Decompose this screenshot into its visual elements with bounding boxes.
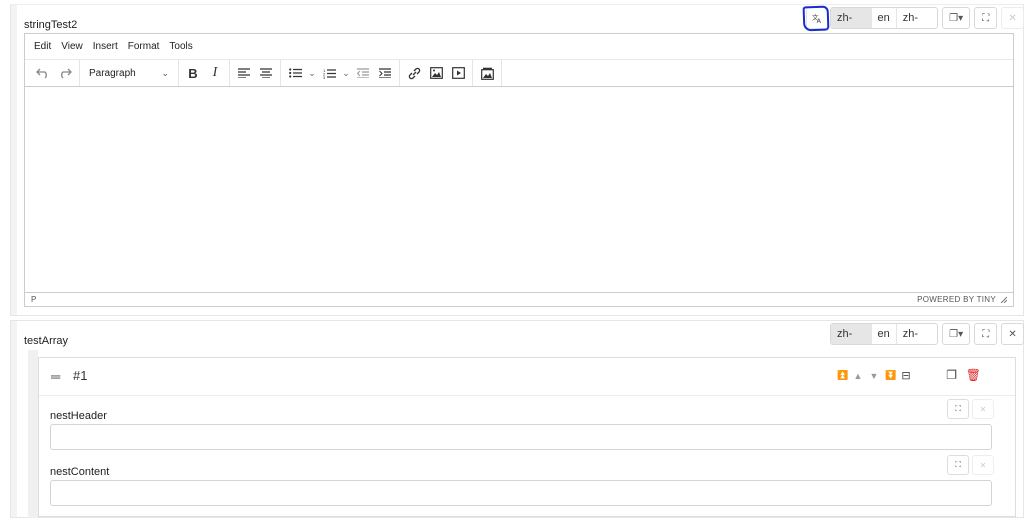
chevron-down-icon: ⌄ — [161, 67, 169, 78]
nestcontent-expand-button[interactable]: ⛶ — [947, 455, 969, 475]
array-item-header: ═ #1 ⏫ ▲ ▼ ⏬ ⊟ ❐ 🗑 — [39, 358, 1015, 396]
gallery-group — [473, 60, 502, 86]
menu-insert[interactable]: Insert — [88, 41, 123, 52]
insert-group — [400, 60, 473, 86]
expand-icon: ⛶ — [982, 328, 990, 340]
lang-tab-zh-cn[interactable]: zh-CN — [895, 324, 937, 344]
collapse-icon[interactable]: ⊟ — [901, 369, 911, 382]
rich-text-editor: Edit View Insert Format Tools Paragraph … — [24, 33, 1014, 307]
array-item-card: ═ #1 ⏫ ▲ ▼ ⏬ ⊟ ❐ 🗑 ⛶ ✕ nestHeader ⛶ ✕ ne… — [38, 357, 1016, 517]
copy-dropdown-button[interactable]: ❐▾ — [941, 7, 971, 29]
copy-item-icon[interactable]: ❐ — [946, 368, 957, 382]
close-icon: ✕ — [979, 460, 987, 470]
blockformat-group: Paragraph ⌄ — [80, 60, 179, 86]
field-label-stringtest2: stringTest2 — [24, 19, 78, 31]
expand-icon: ⛶ — [955, 404, 961, 413]
nestheader-close-button[interactable]: ✕ — [972, 399, 994, 419]
close-icon: ✕ — [979, 404, 987, 414]
expand-button[interactable]: ⛶ — [974, 323, 998, 345]
close-icon: ✕ — [1008, 328, 1017, 340]
svg-text:3: 3 — [323, 75, 326, 79]
move-top-icon[interactable]: ⏫ — [837, 370, 848, 381]
delete-item-icon[interactable]: 🗑 — [966, 368, 981, 382]
powered-by-tiny[interactable]: POWERED BY TINY — [917, 295, 996, 304]
menu-edit[interactable]: Edit — [29, 41, 56, 52]
field-label-testarray: testArray — [24, 335, 69, 347]
editor-content-area[interactable] — [25, 88, 1013, 292]
lang-tab-en[interactable]: en — [870, 8, 896, 28]
align-center-icon[interactable] — [255, 62, 277, 84]
highlight-annotation — [802, 5, 830, 32]
array-item-actions: ⏫ ▲ ▼ ⏬ ⊟ — [837, 369, 911, 382]
editor-menubar: Edit View Insert Format Tools — [25, 34, 1013, 60]
copy-dropdown-button[interactable]: ❐▾ — [941, 323, 971, 345]
copy-dropdown-icon: ❐▾ — [949, 12, 964, 24]
lang-tab-zh-hk[interactable]: zh-HK — [831, 324, 871, 344]
history-group — [29, 60, 80, 86]
copy-dropdown-icon: ❐▾ — [949, 328, 964, 340]
expand-icon: ⛶ — [982, 12, 990, 24]
expand-icon: ⛶ — [955, 460, 961, 469]
move-up-icon[interactable]: ▲ — [853, 371, 863, 381]
numbered-list-icon[interactable]: 123 — [318, 62, 340, 84]
field2-language-toolbar: zh-HK en zh-CN ❐▾ ⛶ ✕ — [830, 323, 1024, 345]
resize-handle-icon[interactable] — [1000, 296, 1007, 303]
nestcontent-input[interactable] — [50, 480, 992, 506]
lang-tab-zh-hk[interactable]: zh-HK — [831, 8, 871, 28]
image-gallery-icon[interactable] — [476, 62, 498, 84]
link-icon[interactable] — [403, 62, 425, 84]
editor-toolbar: Paragraph ⌄ B I ⌄ 123 ⌄ — [25, 60, 1013, 87]
lang-tab-zh-cn[interactable]: zh-CN — [895, 8, 937, 28]
align-group — [230, 60, 281, 86]
redo-icon[interactable] — [54, 62, 76, 84]
format-group: B I — [179, 60, 230, 86]
undo-icon[interactable] — [32, 62, 54, 84]
list-group: ⌄ 123 ⌄ — [281, 60, 400, 86]
bullet-list-caret-icon[interactable]: ⌄ — [306, 62, 318, 84]
bold-icon[interactable]: B — [182, 62, 204, 84]
field-label-nestheader: nestHeader — [50, 410, 107, 422]
element-path[interactable]: P — [31, 295, 36, 304]
menu-view[interactable]: View — [56, 41, 88, 52]
panel-stripe — [11, 5, 17, 315]
media-icon[interactable] — [447, 62, 469, 84]
lang-tab-en[interactable]: en — [870, 324, 896, 344]
italic-icon[interactable]: I — [204, 62, 226, 84]
array-indent-stripe — [28, 350, 38, 518]
align-left-icon[interactable] — [233, 62, 255, 84]
numbered-list-caret-icon[interactable]: ⌄ — [340, 62, 352, 84]
bullet-list-icon[interactable] — [284, 62, 306, 84]
expand-button[interactable]: ⛶ — [974, 7, 998, 29]
menu-format[interactable]: Format — [123, 41, 165, 52]
move-bottom-icon[interactable]: ⏬ — [885, 370, 896, 381]
close-button[interactable]: ✕ — [1001, 323, 1024, 345]
field1-language-toolbar: zh-HK en zh-CN ❐▾ ⛶ ✕ — [830, 7, 1024, 29]
language-switcher: zh-HK en zh-CN — [830, 323, 938, 345]
panel-stripe — [11, 321, 17, 517]
outdent-icon[interactable] — [352, 62, 374, 84]
image-icon[interactable] — [425, 62, 447, 84]
language-switcher: zh-HK en zh-CN — [830, 7, 938, 29]
indent-icon[interactable] — [374, 62, 396, 84]
move-down-icon[interactable]: ▼ — [869, 371, 879, 381]
menu-tools[interactable]: Tools — [164, 41, 197, 52]
array-item-title: #1 — [73, 368, 88, 383]
drag-handle-icon[interactable]: ═ — [51, 369, 60, 384]
close-icon: ✕ — [1008, 12, 1017, 24]
editor-statusbar: P POWERED BY TINY — [25, 292, 1013, 306]
block-format-value: Paragraph — [89, 67, 136, 79]
nestheader-input[interactable] — [50, 424, 992, 450]
nestheader-expand-button[interactable]: ⛶ — [947, 399, 969, 419]
field-label-nestcontent: nestContent — [50, 466, 110, 478]
block-format-select[interactable]: Paragraph ⌄ — [83, 68, 175, 79]
nestcontent-close-button[interactable]: ✕ — [972, 455, 994, 475]
close-button[interactable]: ✕ — [1001, 7, 1024, 29]
